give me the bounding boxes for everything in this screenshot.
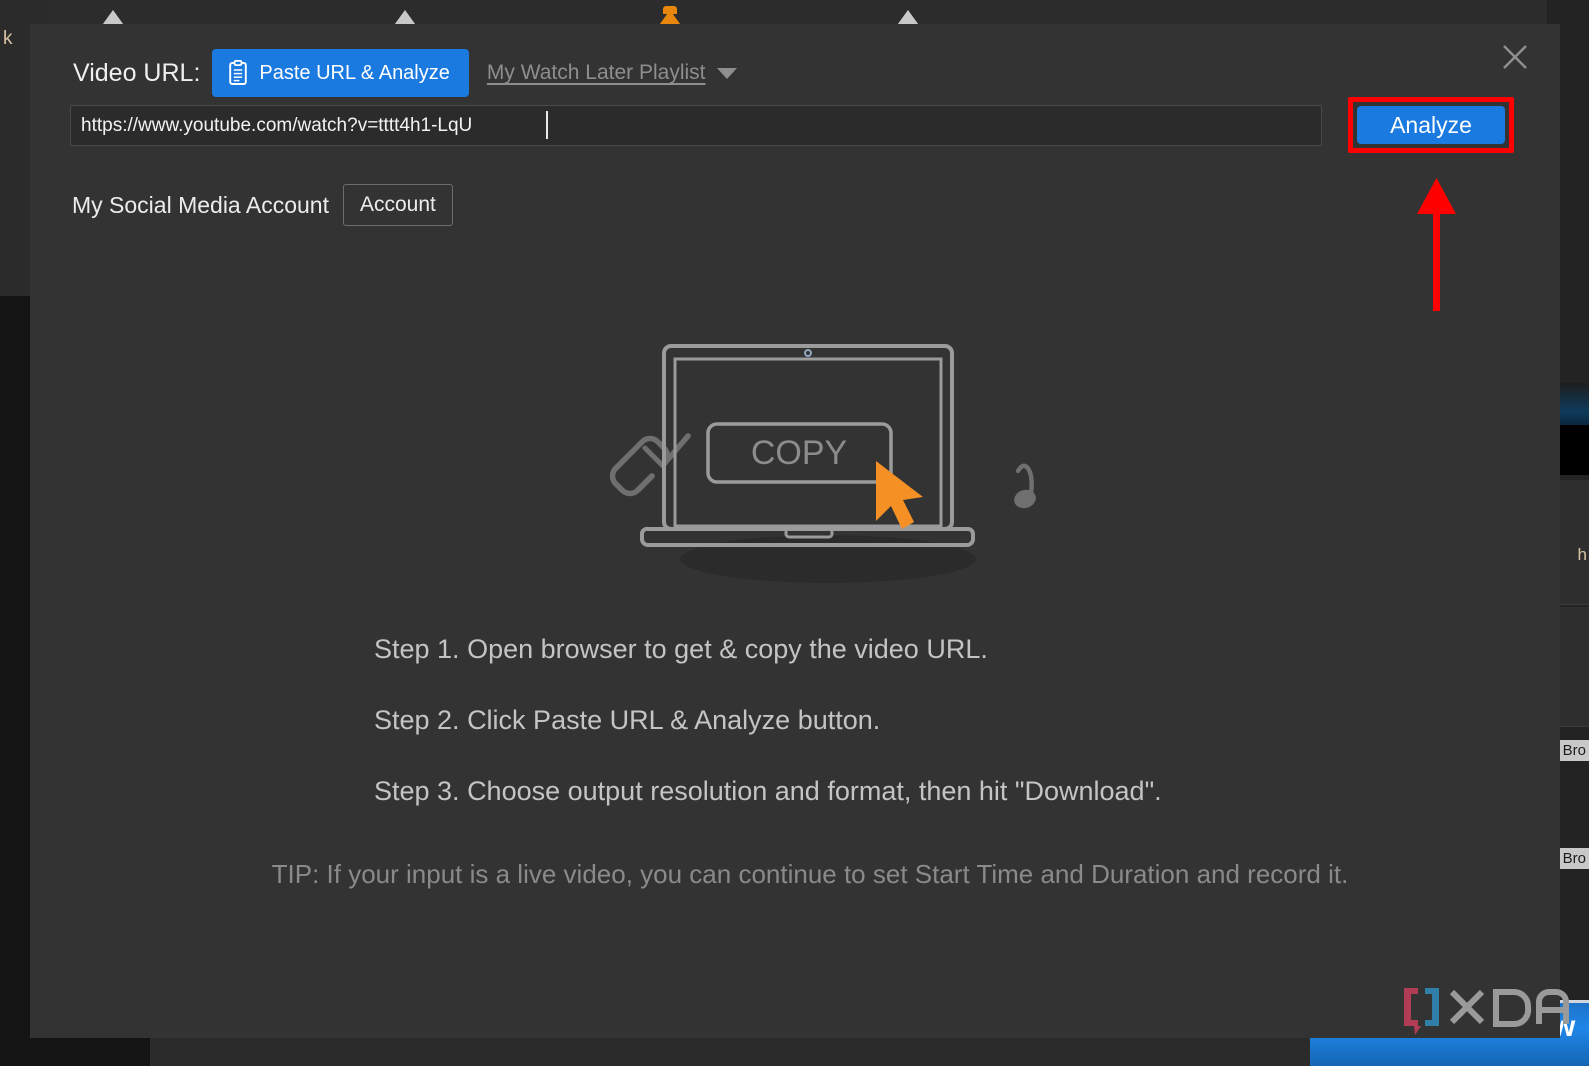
step-3-text: Step 3. Choose output resolution and for…: [374, 776, 1162, 806]
tip-text: TIP: If your input is a live video, you …: [271, 859, 1349, 889]
analyze-button[interactable]: Analyze: [1357, 106, 1505, 144]
background-right-text-1: h: [1577, 545, 1587, 564]
mouse-cursor-icon: [876, 461, 923, 529]
social-account-label: My Social Media Account: [72, 191, 329, 218]
clipboard-icon: [227, 60, 249, 86]
music-note-icon: [1014, 463, 1036, 509]
chevron-down-icon[interactable]: [716, 67, 737, 79]
step-1-text: Step 1. Open browser to get & copy the v…: [374, 634, 988, 664]
account-button[interactable]: Account: [342, 184, 453, 226]
copy-button-label: COPY: [751, 434, 847, 472]
video-url-input[interactable]: [70, 105, 1322, 146]
laptop-copy-illustration: COPY: [590, 339, 1050, 594]
xda-watermark: [1398, 982, 1574, 1036]
background-left-text: k: [3, 28, 13, 49]
paste-url-analyze-button[interactable]: Paste URL & Analyze: [212, 49, 469, 97]
video-url-label: Video URL:: [73, 58, 201, 87]
analyze-highlight-box: Analyze: [1348, 97, 1514, 153]
background-right-chip-2: Bro: [1559, 848, 1589, 869]
background-toolbar: [46, 0, 1589, 24]
chain-link-icon: [609, 433, 691, 497]
up-arrow-annotation-icon: [1412, 176, 1462, 311]
step-2-text: Step 2. Click Paste URL & Analyze button…: [374, 705, 881, 735]
background-right-chip-1: Bro: [1559, 740, 1589, 761]
watch-later-playlist-link[interactable]: My Watch Later Playlist: [487, 61, 706, 85]
close-icon[interactable]: [1494, 36, 1536, 78]
video-url-dialog: Video URL: Paste URL & Analyze My Watch …: [30, 24, 1569, 1038]
social-account-row: My Social Media Account Account: [72, 184, 453, 226]
instruction-steps: Step 1. Open browser to get & copy the v…: [374, 634, 1374, 847]
text-cursor: [546, 111, 548, 139]
paste-url-analyze-label: Paste URL & Analyze: [259, 61, 450, 84]
url-header-row: Video URL: Paste URL & Analyze My Watch …: [73, 49, 737, 97]
